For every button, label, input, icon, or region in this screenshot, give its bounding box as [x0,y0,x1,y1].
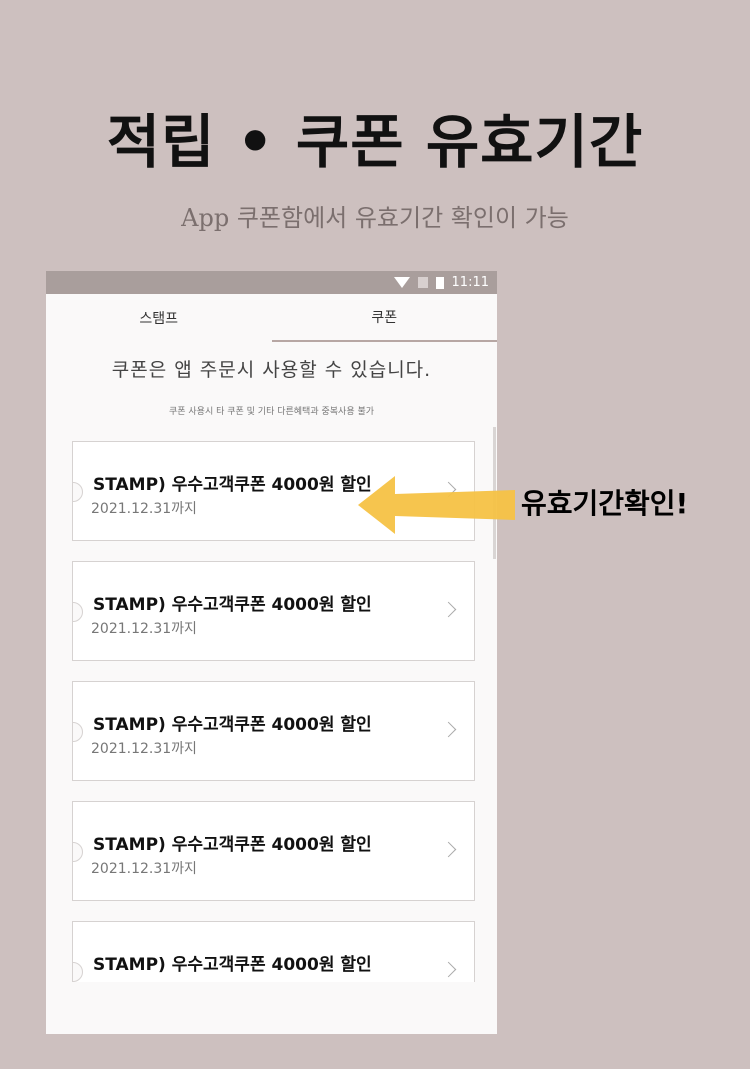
ticket-notch [73,962,83,982]
bottom-blank-area [46,982,497,1034]
chevron-right-icon [440,841,457,858]
coupon-expiry: 2021.12.31까지 [91,861,197,877]
coupon-notice: 쿠폰은 앱 주문시 사용할 수 있습니다. [111,359,432,381]
ticket-notch [73,722,83,742]
battery-icon [435,276,444,289]
tab-stamp[interactable]: 스탬프 [46,294,272,342]
chevron-right-icon [440,961,457,978]
coupon-card[interactable]: STAMP) 우수고객쿠폰 4000원 할인 2021.12.31까지 [72,801,475,901]
tab-bar: 스탬프 쿠폰 [46,294,497,342]
expiry-callout: 유효기간확인! [521,487,689,520]
coupon-title: STAMP) 우수고객쿠폰 4000원 할인 [93,595,372,615]
status-bar: 11:11 [46,271,497,294]
coupon-title: STAMP) 우수고객쿠폰 4000원 할인 [93,835,372,855]
page-subline: App 쿠폰함에서 유효기간 확인이 가능 [181,204,569,232]
ticket-notch [73,842,83,862]
signal-icon [417,277,428,288]
wifi-icon [393,277,410,288]
ticket-notch [73,602,83,622]
page-headline: 적립 • 쿠폰 유효기간 [106,108,644,176]
coupon-card[interactable]: STAMP) 우수고객쿠폰 4000원 할인 2021.12.31까지 [72,561,475,661]
coupon-expiry: 2021.12.31까지 [91,501,197,517]
coupon-title: STAMP) 우수고객쿠폰 4000원 할인 [93,715,372,735]
coupon-expiry: 2021.12.31까지 [91,741,197,757]
yellow-arrow-icon [358,476,515,534]
status-time: 11:11 [451,275,489,290]
coupon-title: STAMP) 우수고객쿠폰 4000원 할인 [93,955,372,975]
chevron-right-icon [440,601,457,618]
coupon-card[interactable]: STAMP) 우수고객쿠폰 4000원 할인 2021.12.31까지 [72,681,475,781]
coupon-title: STAMP) 우수고객쿠폰 4000원 할인 [93,475,372,495]
coupon-subnotice: 쿠폰 사용시 타 쿠폰 및 기타 다른혜택과 중복사용 불가 [168,407,375,417]
chevron-right-icon [440,721,457,738]
ticket-notch [73,482,83,502]
tab-coupon[interactable]: 쿠폰 [271,294,497,342]
coupon-expiry: 2021.12.31까지 [91,621,197,637]
phone-screenshot: 11:11 스탬프 쿠폰 쿠폰은 앱 주문시 사용할 수 있습니다. 쿠폰 사용… [46,271,497,1034]
